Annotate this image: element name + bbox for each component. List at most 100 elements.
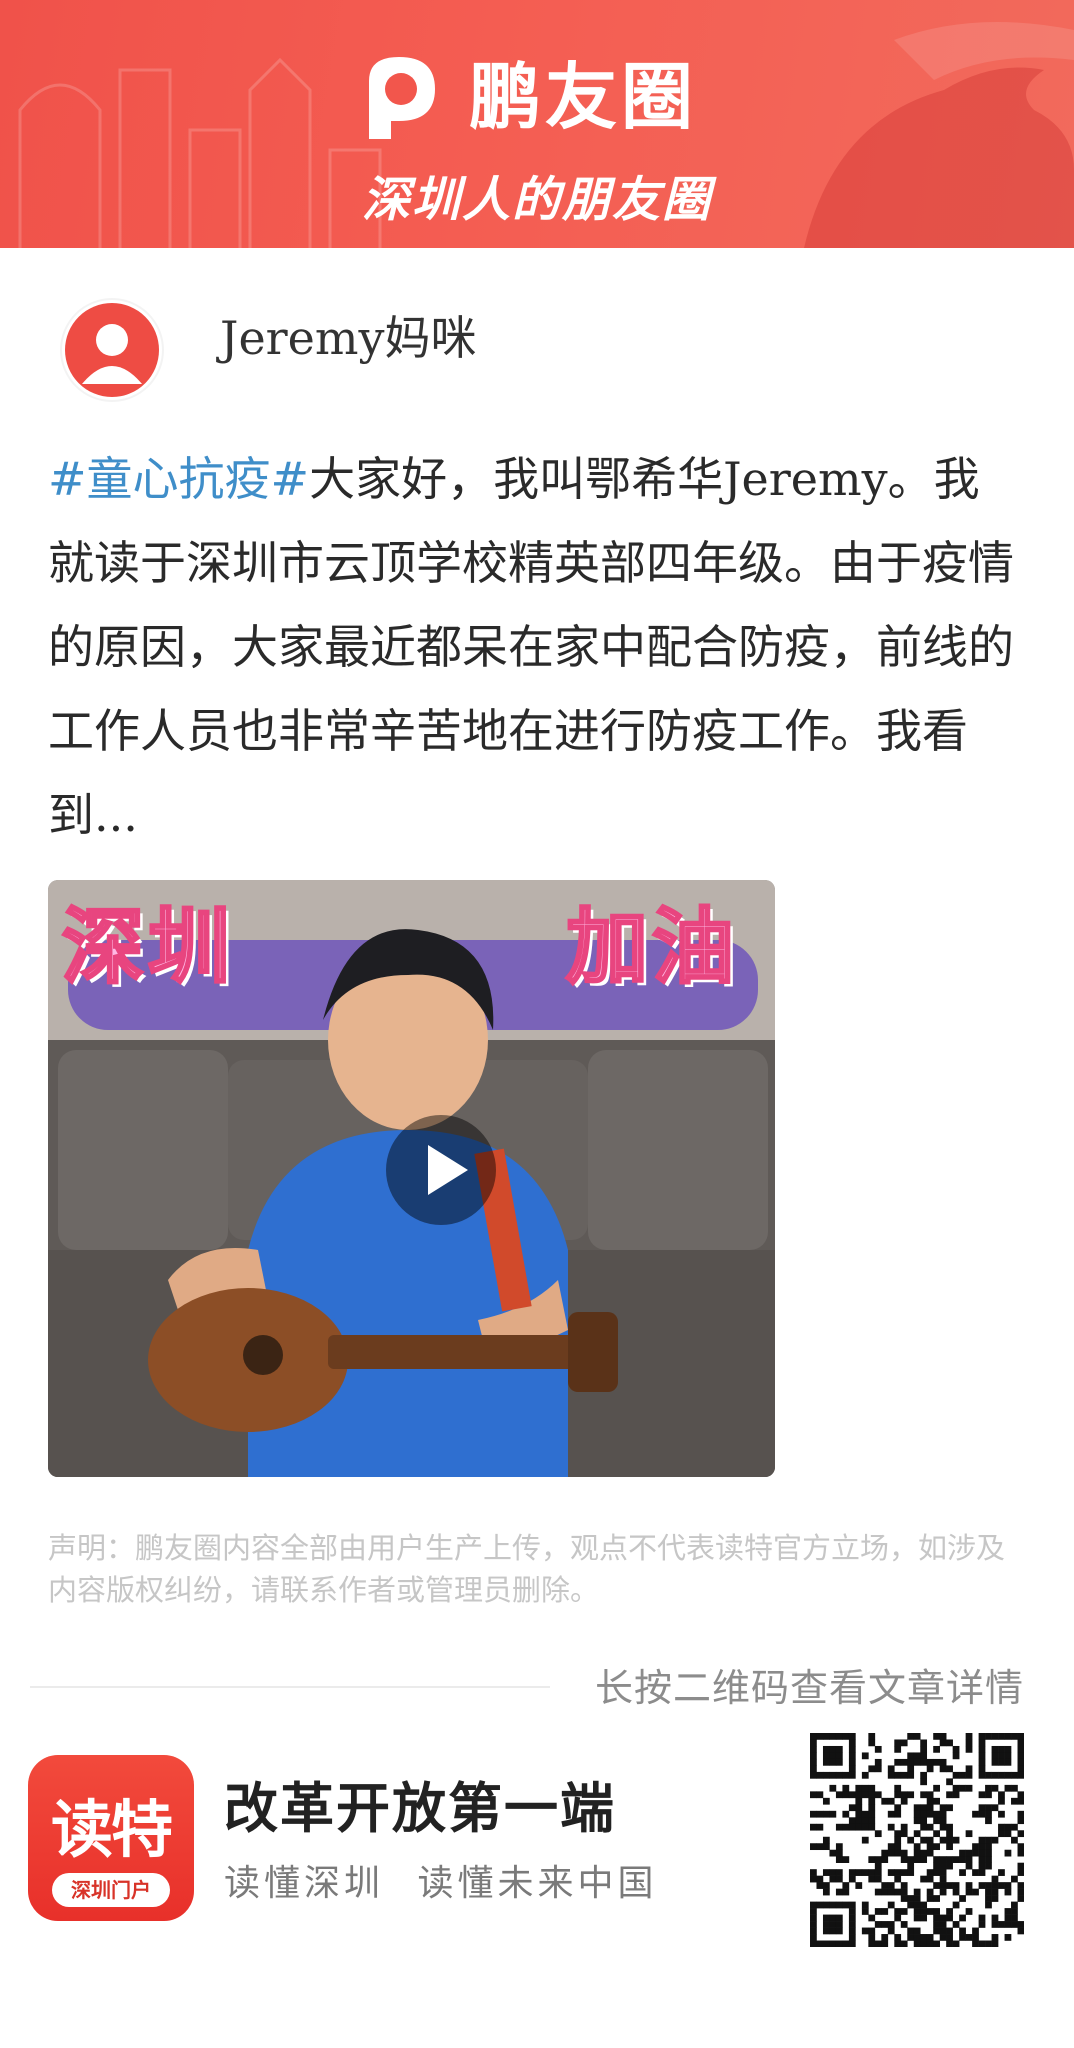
qr-module [829, 1869, 837, 1876]
qr-module [874, 1856, 882, 1863]
qr-module [855, 1804, 863, 1812]
qr-module [959, 1934, 966, 1941]
qr-module [829, 1940, 837, 1948]
qr-code-graphic [810, 1733, 1025, 1948]
qr-module [810, 1765, 817, 1773]
qr-module [946, 1823, 953, 1831]
qr-module [835, 1869, 843, 1876]
qr-code[interactable] [810, 1733, 1025, 1948]
video-player[interactable]: 深圳 加油 [48, 880, 775, 1477]
app-logo-text: 读特 [50, 1793, 173, 1866]
qr-module [861, 1791, 869, 1799]
qr-module [991, 1784, 999, 1792]
qr-hint-text: 长按二维码查看文章详情 [594, 1666, 1024, 1710]
qr-module [810, 1914, 817, 1922]
qr-module [868, 1875, 876, 1883]
qr-module [920, 1758, 928, 1766]
qr-module [816, 1875, 824, 1883]
qr-module [1011, 1836, 1018, 1844]
qr-module [816, 1810, 824, 1818]
qr-module [894, 1914, 902, 1922]
qr-module [842, 1810, 850, 1818]
hashtag-link[interactable]: #童心抗疫# [48, 452, 309, 506]
qr-module [978, 1862, 986, 1870]
app-title: 改革开放第一端 [224, 1776, 616, 1840]
qr-module [985, 1849, 992, 1857]
qr-module [1004, 1914, 1012, 1922]
qr-module [991, 1758, 999, 1766]
qr-module [835, 1921, 843, 1928]
qr-module [926, 1843, 934, 1851]
qr-module [822, 1752, 830, 1760]
qr-module [985, 1836, 992, 1844]
qr-module [810, 1843, 817, 1851]
qr-module [920, 1791, 928, 1799]
qr-module [829, 1849, 837, 1857]
qr-module [920, 1810, 928, 1818]
qr-module [874, 1869, 882, 1876]
qr-module [965, 1934, 973, 1941]
qr-module [1017, 1862, 1025, 1870]
user-avatar-icon[interactable] [62, 300, 162, 400]
qr-module [894, 1810, 902, 1818]
qr-module [887, 1927, 895, 1935]
qr-module [959, 1927, 966, 1935]
qr-module [861, 1927, 869, 1935]
qr-module [939, 1927, 947, 1935]
qr-module [991, 1771, 999, 1779]
qr-module [920, 1752, 928, 1760]
qr-module [913, 1804, 921, 1812]
qr-module [1011, 1771, 1018, 1779]
qr-module [965, 1733, 973, 1740]
play-button[interactable] [386, 1115, 496, 1225]
qr-module [810, 1745, 817, 1753]
qr-module [972, 1849, 979, 1857]
qr-module [991, 1875, 999, 1883]
qr-module [810, 1791, 817, 1799]
qr-module [978, 1765, 986, 1773]
qr-module [939, 1856, 947, 1863]
qr-module [881, 1888, 889, 1896]
qr-module [985, 1810, 992, 1818]
qr-module [952, 1771, 960, 1779]
qr-module [1017, 1830, 1025, 1838]
qr-module [920, 1836, 928, 1844]
qr-module [842, 1733, 850, 1740]
qr-module [952, 1921, 960, 1928]
qr-module [868, 1797, 876, 1805]
author-name[interactable]: Jeremy妈咪 [220, 302, 476, 368]
qr-module [991, 1914, 999, 1922]
qr-module [959, 1914, 966, 1922]
qr-module [920, 1875, 928, 1883]
qr-module [933, 1784, 940, 1792]
qr-module [991, 1752, 999, 1760]
qr-module [835, 1875, 843, 1883]
qr-module [894, 1791, 902, 1799]
qr-module [810, 1752, 817, 1760]
app-logo-subtext: 深圳门户 [52, 1873, 170, 1907]
qr-module [810, 1758, 817, 1766]
qr-module [822, 1914, 830, 1922]
post-body[interactable]: #童心抗疫#大家好，我叫鄂希华Jeremy。我就读于深圳市云顶学校精英部四年级。… [48, 437, 1023, 857]
qr-module [848, 1765, 856, 1773]
qr-module [848, 1927, 856, 1935]
qr-module [1004, 1882, 1012, 1889]
qr-module [998, 1797, 1005, 1805]
qr-module [926, 1823, 934, 1831]
qr-module [835, 1823, 843, 1831]
qr-module [907, 1862, 915, 1870]
qr-module [1017, 1888, 1025, 1896]
qr-module [816, 1843, 824, 1851]
qr-module [810, 1934, 817, 1941]
qr-module [1017, 1843, 1025, 1851]
qr-module [926, 1849, 934, 1857]
qr-module [959, 1771, 966, 1779]
qr-module [985, 1843, 992, 1851]
qr-module [874, 1791, 882, 1799]
qr-module [900, 1739, 908, 1747]
qr-module [920, 1856, 928, 1863]
qr-module [913, 1927, 921, 1935]
qr-module [868, 1940, 876, 1948]
qr-module [1017, 1810, 1025, 1818]
qr-module [881, 1908, 889, 1915]
